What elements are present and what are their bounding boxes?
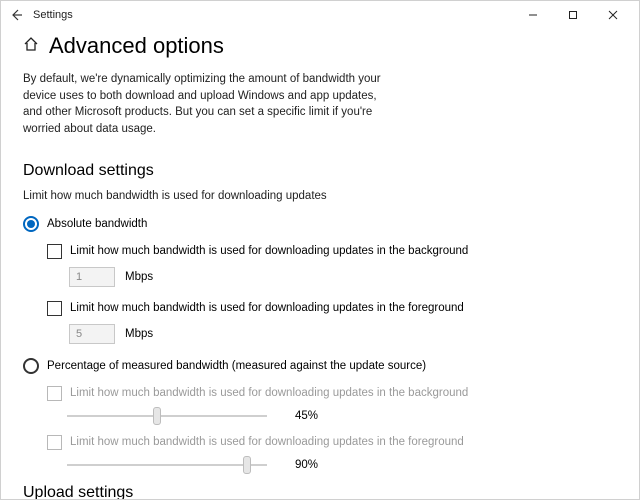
upload-section-title: Upload settings xyxy=(23,484,617,499)
page-header: Advanced options xyxy=(23,33,617,59)
radio-label: Absolute bandwidth xyxy=(47,218,147,230)
settings-window: Settings Advanced options By default, we… xyxy=(0,0,640,500)
absolute-background-input[interactable]: 1 xyxy=(69,267,115,287)
slider-percent-background xyxy=(67,409,267,423)
download-caption: Limit how much bandwidth is used for dow… xyxy=(23,190,617,202)
checkbox-label: Limit how much bandwidth is used for dow… xyxy=(70,302,464,314)
radio-icon xyxy=(23,358,39,374)
checkbox-icon xyxy=(47,435,62,450)
maximize-button[interactable] xyxy=(553,1,593,29)
radio-label: Percentage of measured bandwidth (measur… xyxy=(47,360,426,372)
checkbox-icon xyxy=(47,301,62,316)
page-title: Advanced options xyxy=(49,33,224,59)
app-title: Settings xyxy=(33,9,73,21)
home-icon[interactable] xyxy=(23,36,39,57)
unit-label: Mbps xyxy=(125,271,153,283)
page-description: By default, we're dynamically optimizing… xyxy=(23,71,383,138)
minimize-button[interactable] xyxy=(513,1,553,29)
titlebar: Settings xyxy=(1,1,639,29)
absolute-foreground-input[interactable]: 5 xyxy=(69,324,115,344)
download-section-title: Download settings xyxy=(23,162,617,180)
checkbox-icon xyxy=(47,244,62,259)
slider-percent-foreground xyxy=(67,458,267,472)
unit-label: Mbps xyxy=(125,328,153,340)
back-button[interactable] xyxy=(7,9,27,24)
checkbox-icon xyxy=(47,386,62,401)
content-area: Advanced options By default, we're dynam… xyxy=(1,29,639,499)
close-button[interactable] xyxy=(593,1,633,29)
checkbox-label: Limit how much bandwidth is used for dow… xyxy=(70,245,468,257)
percent-background-value: 45% xyxy=(295,410,318,422)
radio-absolute-bandwidth[interactable]: Absolute bandwidth xyxy=(23,216,617,232)
checkbox-percent-background: Limit how much bandwidth is used for dow… xyxy=(47,386,617,401)
checkbox-label: Limit how much bandwidth is used for dow… xyxy=(70,436,464,448)
checkbox-absolute-foreground[interactable]: Limit how much bandwidth is used for dow… xyxy=(47,301,617,316)
radio-percentage-bandwidth[interactable]: Percentage of measured bandwidth (measur… xyxy=(23,358,617,374)
radio-icon xyxy=(23,216,39,232)
checkbox-absolute-background[interactable]: Limit how much bandwidth is used for dow… xyxy=(47,244,617,259)
percent-foreground-value: 90% xyxy=(295,459,318,471)
checkbox-percent-foreground: Limit how much bandwidth is used for dow… xyxy=(47,435,617,450)
checkbox-label: Limit how much bandwidth is used for dow… xyxy=(70,387,468,399)
